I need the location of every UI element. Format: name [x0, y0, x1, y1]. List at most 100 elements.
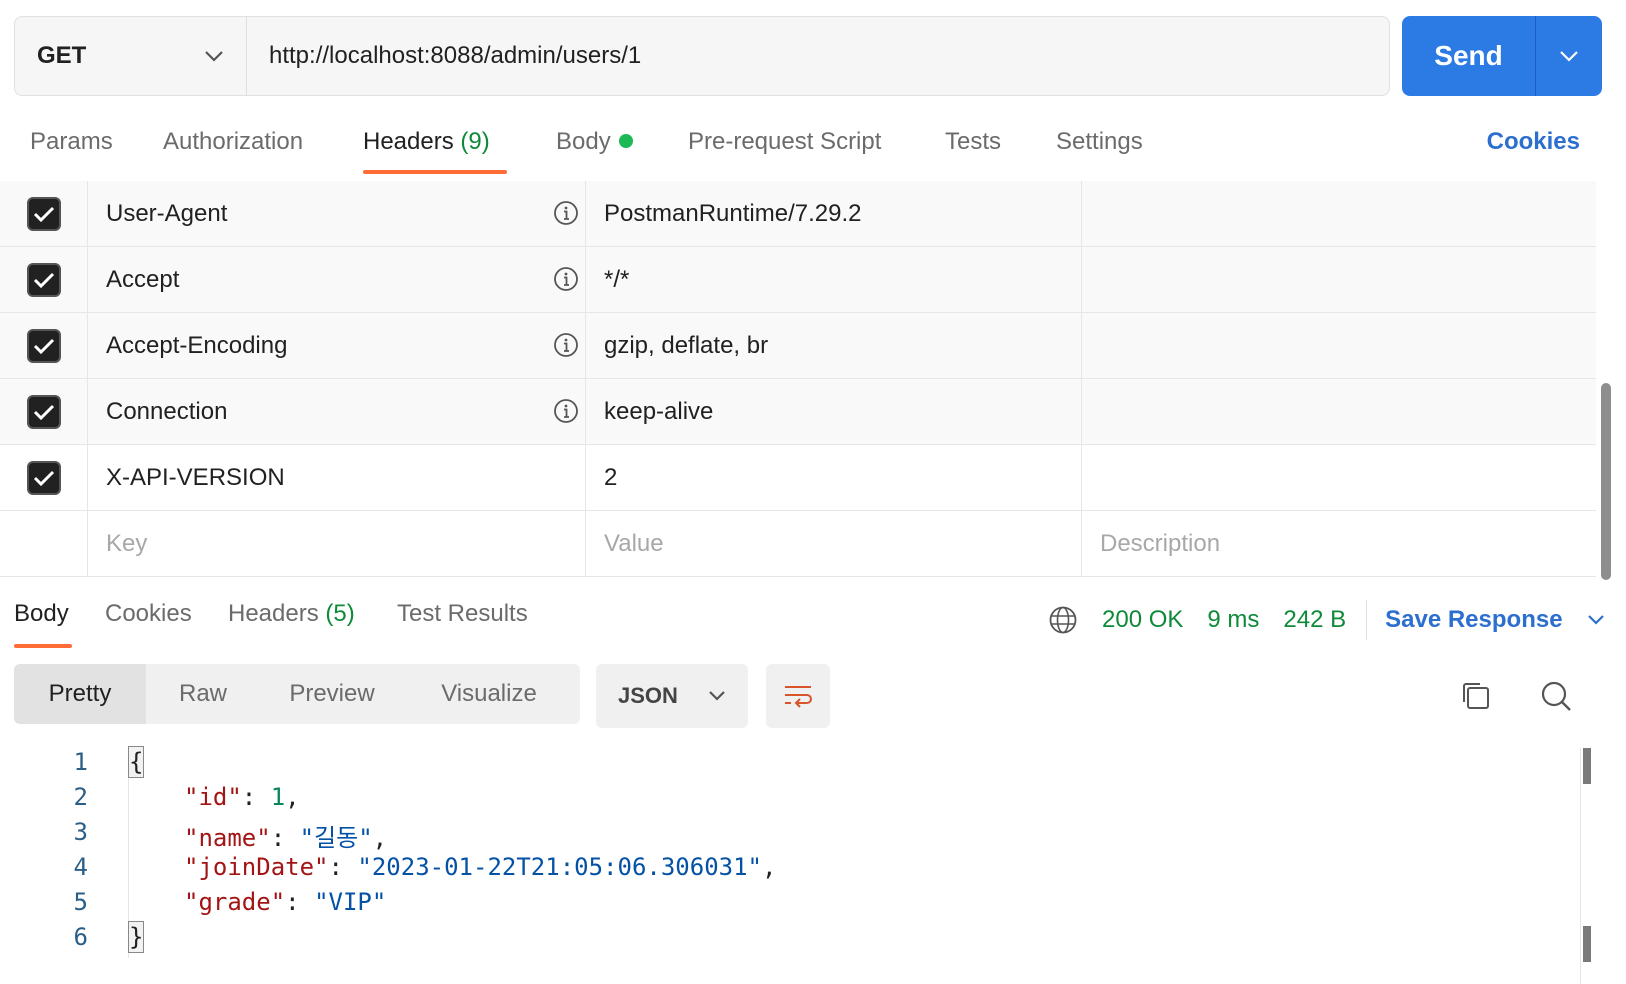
cookies-link[interactable]: Cookies: [1487, 128, 1580, 156]
header-value-cell[interactable]: 2: [586, 445, 1082, 510]
open-brace: {: [128, 746, 145, 778]
new-header-check-cell: [0, 511, 88, 576]
globe-icon[interactable]: [1048, 605, 1078, 635]
header-row-checkbox[interactable]: [26, 328, 61, 363]
header-key-cell[interactable]: User-Agent: [88, 181, 586, 246]
header-value: PostmanRuntime/7.29.2: [604, 199, 862, 227]
info-icon[interactable]: [553, 266, 579, 292]
header-key: Connection: [106, 397, 228, 425]
header-description-cell[interactable]: [1082, 247, 1596, 312]
tab-authorization[interactable]: Authorization: [163, 128, 303, 156]
header-value-cell[interactable]: keep-alive: [586, 379, 1082, 444]
new-header-key-input[interactable]: Key: [88, 511, 586, 576]
json-key: "id": [184, 783, 242, 811]
header-value: */*: [604, 265, 630, 293]
send-button[interactable]: Send: [1402, 16, 1536, 96]
line-number: 1: [73, 748, 88, 776]
line-number: 4: [73, 853, 88, 881]
tab-params[interactable]: Params: [30, 128, 113, 156]
response-tabs: Body Cookies Headers (5) Test Results 20…: [0, 588, 1626, 648]
copy-icon: [1463, 683, 1489, 709]
description-placeholder: Description: [1100, 529, 1221, 557]
tab-headers-label: Headers: [363, 128, 454, 155]
body-indicator-dot: [618, 134, 633, 148]
header-key-cell[interactable]: Accept-Encoding: [88, 313, 586, 378]
method-select[interactable]: GET: [15, 17, 247, 95]
info-icon[interactable]: [553, 332, 579, 358]
editor-scrollbar[interactable]: [1580, 748, 1592, 984]
active-tab-underline: [363, 170, 507, 174]
check-icon: [33, 272, 54, 288]
format-label: JSON: [618, 683, 678, 708]
tab-test-results[interactable]: Test Results: [397, 600, 528, 628]
header-value-cell[interactable]: PostmanRuntime/7.29.2: [586, 181, 1082, 246]
check-icon: [33, 404, 54, 420]
header-key-cell[interactable]: Accept: [88, 247, 586, 312]
mode-raw[interactable]: Raw: [146, 664, 260, 724]
check-icon: [33, 338, 54, 354]
line-number: 2: [73, 783, 88, 811]
new-header-description-input[interactable]: Description: [1082, 511, 1596, 576]
tab-response-body[interactable]: Body: [14, 600, 69, 628]
header-row-checkbox[interactable]: [26, 394, 61, 429]
new-header-row: Key Value Description: [0, 511, 1596, 577]
chevron-down-icon[interactable]: [1587, 614, 1605, 626]
info-icon[interactable]: [553, 200, 579, 226]
save-response-button[interactable]: Save Response: [1385, 606, 1562, 634]
header-key-cell[interactable]: Connection: [88, 379, 586, 444]
url-input[interactable]: http://localhost:8088/admin/users/1: [247, 17, 1389, 95]
tab-tests[interactable]: Tests: [945, 128, 1001, 156]
tab-response-headers-label: Headers: [228, 600, 319, 627]
mode-pretty[interactable]: Pretty: [14, 664, 146, 724]
tab-body-label: Body: [556, 128, 611, 155]
tab-response-cookies[interactable]: Cookies: [105, 600, 192, 628]
line-number: 5: [73, 888, 88, 916]
header-value: 2: [604, 463, 618, 491]
response-time[interactable]: 9 ms: [1207, 606, 1259, 634]
header-row-checkbox[interactable]: [26, 262, 61, 297]
headers-scrollbar-thumb[interactable]: [1601, 383, 1611, 580]
header-description-cell[interactable]: [1082, 445, 1596, 510]
status-code[interactable]: 200 OK: [1102, 606, 1183, 634]
scrollbar-marker: [1583, 748, 1591, 784]
wrap-lines-button[interactable]: [766, 664, 830, 728]
tab-body[interactable]: Body: [556, 128, 633, 156]
header-row-checkbox[interactable]: [26, 196, 61, 231]
request-tabs: Params Authorization Headers (9) Body Pr…: [0, 118, 1626, 178]
header-key-cell[interactable]: X-API-VERSION: [88, 445, 586, 510]
header-description-cell[interactable]: [1082, 313, 1596, 378]
format-select[interactable]: JSON: [596, 664, 748, 728]
header-row: Accept */*: [0, 247, 1596, 313]
new-header-value-input[interactable]: Value: [586, 511, 1082, 576]
header-description-cell[interactable]: [1082, 181, 1596, 246]
headers-scrollbar[interactable]: [1600, 183, 1612, 580]
header-row-checkbox[interactable]: [26, 460, 61, 495]
header-row-check-cell: [0, 379, 88, 444]
line-number: 6: [73, 923, 88, 951]
tab-headers[interactable]: Headers (9): [363, 128, 490, 156]
tab-settings[interactable]: Settings: [1056, 128, 1143, 156]
header-description-cell[interactable]: [1082, 379, 1596, 444]
response-size[interactable]: 242 B: [1283, 606, 1346, 634]
mode-visualize[interactable]: Visualize: [404, 664, 574, 724]
header-row: Accept-Encoding gzip, deflate, br: [0, 313, 1596, 379]
close-brace: }: [128, 921, 145, 953]
header-value-cell[interactable]: */*: [586, 247, 1082, 312]
line-number: 3: [73, 818, 88, 846]
divider: [1366, 600, 1368, 640]
chevron-down-icon: [709, 691, 725, 701]
header-value-cell[interactable]: gzip, deflate, br: [586, 313, 1082, 378]
tab-response-headers[interactable]: Headers (5): [228, 600, 355, 628]
send-dropdown-button[interactable]: [1536, 16, 1602, 96]
header-row: User-Agent PostmanRuntime/7.29.2: [0, 181, 1596, 247]
code-line: "joinDate": "2023-01-22T21:05:06.306031"…: [184, 853, 777, 881]
code-line: }: [128, 921, 145, 953]
response-body-editor[interactable]: 1 2 3 4 5 6 { "id": 1, "name": "길동", "jo…: [0, 746, 1592, 984]
header-row-check-cell: [0, 445, 88, 510]
copy-button[interactable]: [1456, 676, 1496, 716]
tab-prerequest-script[interactable]: Pre-request Script: [688, 128, 881, 156]
search-button[interactable]: [1536, 676, 1576, 716]
info-icon[interactable]: [553, 398, 579, 424]
mode-preview[interactable]: Preview: [260, 664, 404, 724]
code-line: "id": 1,: [184, 783, 300, 811]
